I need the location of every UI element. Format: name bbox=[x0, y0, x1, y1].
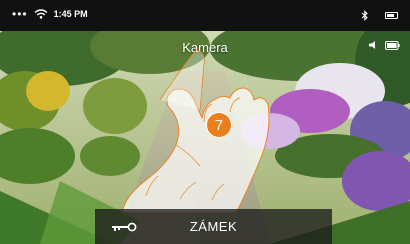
lock-button-label: ZÁMEK bbox=[189, 219, 238, 234]
device-battery-icon bbox=[385, 40, 400, 50]
status-left: ••• 1:45 PM bbox=[12, 6, 88, 21]
bluetooth-icon bbox=[361, 10, 368, 21]
wifi-icon bbox=[34, 9, 48, 19]
status-bar: ••• 1:45 PM bbox=[0, 0, 410, 31]
battery-level bbox=[387, 14, 395, 17]
signal-dots-icon: ••• bbox=[12, 6, 28, 21]
lock-button[interactable]: ZÁMEK bbox=[95, 209, 332, 244]
status-right bbox=[361, 10, 398, 21]
battery-icon bbox=[385, 12, 398, 19]
speaker-icon[interactable] bbox=[368, 40, 381, 50]
status-time: 1:45 PM bbox=[53, 9, 88, 19]
page-title: Kamera bbox=[182, 40, 228, 55]
top-right-icons bbox=[368, 40, 400, 50]
step-number-badge: 7 bbox=[206, 112, 232, 138]
phone-screen: ••• 1:45 PM Kamera 7 ZÁMEK bbox=[0, 0, 410, 244]
